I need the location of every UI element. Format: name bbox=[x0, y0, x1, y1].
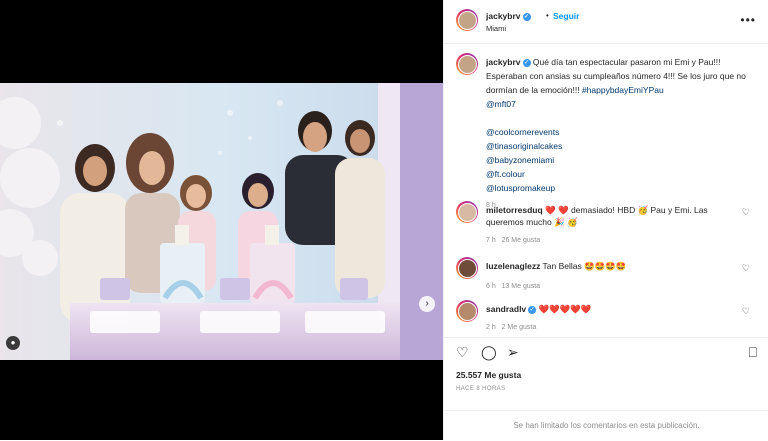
comment-body: sandradlv ✓ ❤️❤️❤️❤️❤️ bbox=[486, 303, 736, 315]
caption-mention[interactable]: @ft.colour bbox=[486, 169, 525, 179]
post-modal: › ● jackybrv ✓ • Seguir Miami ••• jackybr… bbox=[0, 0, 768, 440]
carousel-next-button[interactable]: › bbox=[419, 296, 435, 312]
comment-time: 7 h bbox=[486, 237, 496, 244]
comments-limited-notice: Se han limitado los comentarios en esta … bbox=[444, 410, 768, 441]
comment-meta: 7 h 26 Me gusta bbox=[486, 237, 540, 244]
comment-meta: 2 h 2 Me gusta bbox=[486, 324, 536, 331]
header-separator: • bbox=[546, 11, 549, 20]
comment-username[interactable]: luzelenaglezz bbox=[486, 261, 540, 271]
comment-text: Tan Bellas 🤩🤩🤩🤩 bbox=[542, 261, 627, 271]
caption-mention[interactable]: @babyzonemiami bbox=[486, 155, 554, 165]
post-header: jackybrv ✓ • Seguir Miami ••• bbox=[444, 0, 768, 44]
verified-badge-icon: ✓ bbox=[528, 305, 537, 314]
caption-mention[interactable]: @coolcornerevents bbox=[486, 127, 559, 137]
post-sidebar: jackybrv ✓ • Seguir Miami ••• jackybrv ✓ Q… bbox=[443, 0, 768, 440]
caption-username[interactable]: jackybrv bbox=[486, 57, 521, 67]
share-paper-plane-icon[interactable]: ➢ bbox=[507, 344, 519, 361]
comment-like-heart-icon[interactable]: ♡ bbox=[742, 306, 750, 317]
caption-hashtag[interactable]: #happybdayEmiYPau bbox=[582, 85, 664, 95]
verified-badge-icon: ✓ bbox=[522, 58, 531, 67]
comment-body: luzelenaglezz Tan Bellas 🤩🤩🤩🤩 bbox=[486, 260, 736, 272]
caption-mention[interactable]: @mft07 bbox=[486, 99, 516, 109]
comment-like-heart-icon[interactable]: ♡ bbox=[742, 263, 750, 274]
comment-bubble-icon[interactable]: ◯ bbox=[481, 344, 497, 361]
post-location[interactable]: Miami bbox=[486, 24, 506, 33]
follow-button[interactable]: Seguir bbox=[553, 11, 579, 21]
author-username-text[interactable]: jackybrv bbox=[486, 11, 521, 21]
more-dots-icon[interactable]: ••• bbox=[740, 13, 756, 27]
post-photo[interactable]: › bbox=[0, 83, 443, 360]
comment-username[interactable]: miletorresduq bbox=[486, 205, 543, 215]
comment-time: 6 h bbox=[486, 283, 496, 290]
post-timestamp: HACE 8 HORAS bbox=[456, 386, 506, 392]
caption-mention[interactable]: @tinasoriginalcakes bbox=[486, 141, 562, 151]
birthday-photo-illustration bbox=[0, 83, 443, 360]
comment-text: ❤️❤️❤️❤️❤️ bbox=[538, 304, 592, 314]
avatar[interactable] bbox=[456, 9, 478, 31]
comment-like-heart-icon[interactable]: ♡ bbox=[742, 207, 750, 218]
media-panel: › ● bbox=[0, 0, 443, 440]
caption-body: jackybrv ✓ Qué día tan espectacular pasar… bbox=[486, 55, 756, 213]
comments-area[interactable]: jackybrv ✓ Qué día tan espectacular pasar… bbox=[444, 45, 768, 337]
comment-likes[interactable]: 2 Me gusta bbox=[502, 324, 537, 331]
comment-time: 2 h bbox=[486, 324, 496, 331]
avatar[interactable] bbox=[456, 300, 478, 322]
comment-body: miletorresduq ❤️ ❤️ demasiado! HBD 🥳 Pau… bbox=[486, 204, 736, 228]
verified-badge-icon: ✓ bbox=[522, 12, 531, 21]
avatar[interactable] bbox=[456, 53, 478, 75]
tagged-users-icon[interactable]: ● bbox=[6, 336, 20, 350]
comment-username[interactable]: sandradlv bbox=[486, 304, 526, 314]
avatar[interactable] bbox=[456, 201, 478, 223]
comment-meta: 6 h 13 Me gusta bbox=[486, 283, 540, 290]
post-actions: ♡ ◯ ➢ ⎕ 25.557 Me gusta HACE 8 HORAS Se … bbox=[444, 337, 768, 440]
caption-mention[interactable]: @lotuspromakeup bbox=[486, 183, 555, 193]
comment-likes[interactable]: 13 Me gusta bbox=[502, 283, 541, 290]
save-bookmark-icon[interactable]: ⎕ bbox=[749, 344, 757, 361]
comment-likes[interactable]: 26 Me gusta bbox=[502, 237, 541, 244]
avatar[interactable] bbox=[456, 257, 478, 279]
like-heart-icon[interactable]: ♡ bbox=[456, 344, 469, 361]
author-username[interactable]: jackybrv ✓ bbox=[486, 11, 531, 21]
likes-count[interactable]: 25.557 Me gusta bbox=[456, 370, 521, 380]
